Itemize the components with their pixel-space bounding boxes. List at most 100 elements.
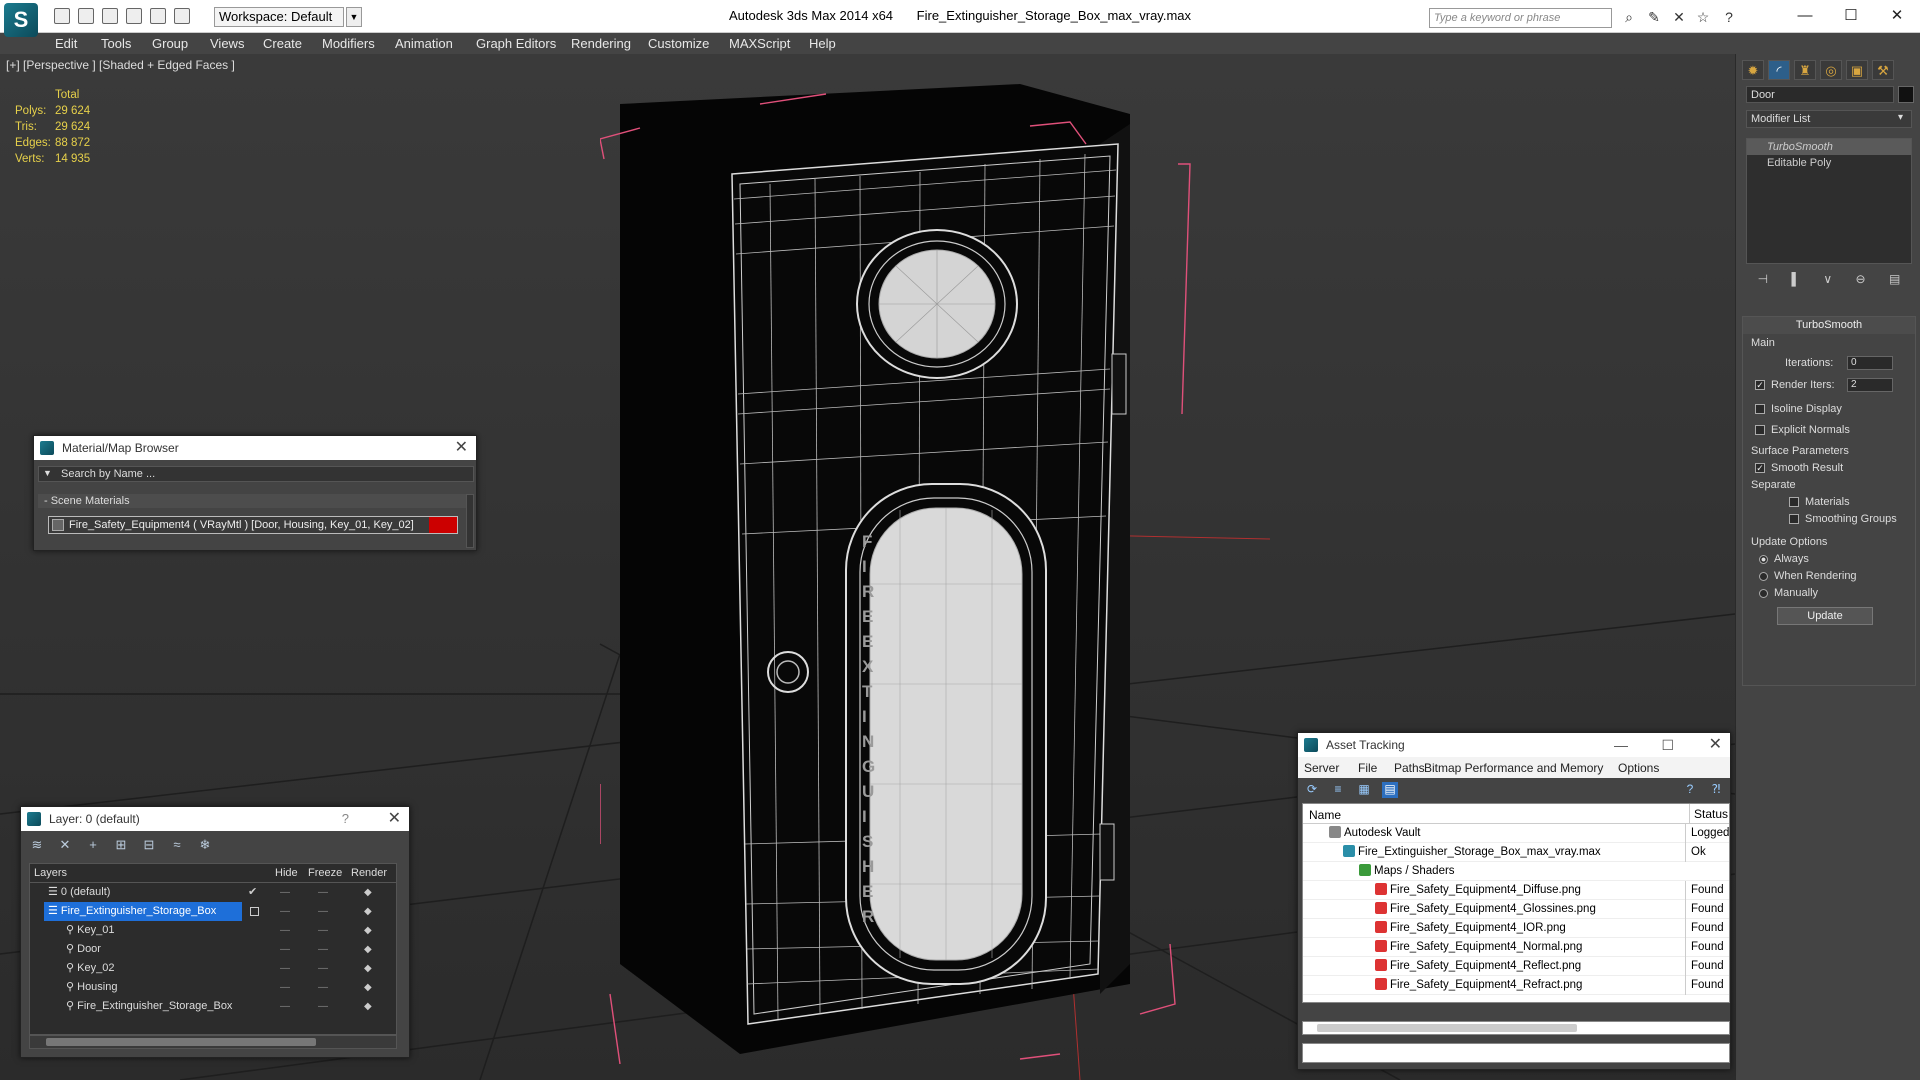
menu-paths[interactable]: Paths (1394, 761, 1425, 775)
column-layers[interactable]: Layers (34, 867, 67, 879)
fire-extinguisher-box-model[interactable] (600, 64, 1220, 1064)
smooth-result-row[interactable]: ✓ Smooth Result (1755, 462, 1843, 474)
hide-toggle[interactable]: — (280, 997, 290, 1016)
render-iters-spinner[interactable]: 2 (1847, 378, 1893, 392)
stack-item-turbosmooth[interactable]: TurboSmooth (1747, 139, 1911, 155)
explicit-normals-checkbox[interactable] (1755, 425, 1765, 436)
asset-row[interactable]: Fire_Safety_Equipment4_Normal.png Found (1303, 938, 1729, 957)
menu-edit[interactable]: Edit (55, 36, 77, 51)
asset-tracking-titlebar[interactable]: Asset Tracking — ☐ ✕ (1298, 733, 1730, 757)
render-teapot-icon[interactable]: ◆ (364, 978, 372, 997)
chevron-down-icon[interactable]: ▼ (43, 468, 52, 478)
select-in-layer-icon[interactable]: ⊞ (111, 837, 131, 855)
layer-horizontal-scrollbar[interactable] (29, 1035, 397, 1049)
app-logo-icon[interactable]: S (4, 3, 38, 37)
render-iters-row[interactable]: ✓ Render Iters: (1755, 379, 1835, 391)
close-icon[interactable]: ✕ (1709, 733, 1722, 757)
make-unique-icon[interactable]: ∨ (1823, 272, 1832, 292)
highlight-layer-icon[interactable]: ⊟ (139, 837, 159, 855)
layer-row[interactable]: ⚲ Housing — — ◆ (30, 978, 396, 997)
hide-toggle[interactable]: — (280, 978, 290, 997)
modify-tab-icon[interactable]: ◜ (1768, 60, 1790, 80)
layer-row[interactable]: ⚲ Key_02 — — ◆ (30, 959, 396, 978)
stack-item-editable-poly[interactable]: Editable Poly (1747, 155, 1911, 171)
column-status[interactable]: Status (1689, 804, 1728, 824)
render-teapot-icon[interactable]: ◆ (364, 921, 372, 940)
menu-create[interactable]: Create (263, 36, 302, 51)
help-icon[interactable]: ? (1682, 782, 1698, 798)
isoline-checkbox[interactable] (1755, 404, 1765, 415)
hide-toggle[interactable]: — (280, 902, 290, 921)
help-icon[interactable]: ? (342, 807, 349, 831)
scrollbar-thumb[interactable] (46, 1038, 316, 1046)
column-name[interactable]: Name (1309, 808, 1341, 822)
asset-row[interactable]: Fire_Safety_Equipment4_Refract.png Found (1303, 976, 1729, 995)
update-when-rendering-row[interactable]: When Rendering (1759, 570, 1857, 582)
close-icon[interactable]: ✕ (388, 807, 401, 831)
freeze-toggle[interactable]: — (318, 921, 328, 940)
object-color-swatch[interactable] (1898, 86, 1914, 103)
iterations-spinner[interactable]: 0 (1847, 356, 1893, 370)
menu-customize[interactable]: Customize (648, 36, 709, 51)
exchange-icon[interactable]: ✕ (1670, 8, 1688, 26)
minimize-button[interactable]: — (1790, 6, 1820, 26)
column-freeze[interactable]: Freeze (308, 867, 342, 879)
pin-stack-icon[interactable]: ⊣ (1758, 272, 1768, 292)
asset-horizontal-scrollbar[interactable] (1302, 1021, 1730, 1035)
motion-tab-icon[interactable]: ◎ (1820, 60, 1842, 80)
modifier-stack[interactable]: TurboSmooth Editable Poly (1746, 138, 1912, 264)
maximize-button[interactable]: ☐ (1661, 733, 1674, 757)
viewport-label[interactable]: [+] [Perspective ] [Shaded + Edged Faces… (6, 58, 235, 72)
freeze-toggle[interactable]: — (318, 978, 328, 997)
menu-maxscript[interactable]: MAXScript (729, 36, 790, 51)
project-folder-icon[interactable] (174, 8, 190, 24)
render-teapot-icon[interactable]: ◆ (364, 883, 372, 902)
menu-help[interactable]: Help (809, 36, 836, 51)
asset-row[interactable]: Fire_Safety_Equipment4_Diffuse.png Found (1303, 881, 1729, 900)
rollout-header[interactable]: TurboSmooth (1743, 317, 1915, 334)
layer-row[interactable]: ⚲ Key_01 — — ◆ (30, 921, 396, 940)
material-browser-titlebar[interactable]: Material/Map Browser ✕ (34, 436, 476, 460)
redo-icon[interactable] (150, 8, 166, 24)
remove-modifier-icon[interactable]: ⊖ (1856, 272, 1866, 292)
materials-checkbox[interactable] (1789, 497, 1799, 508)
layer-row[interactable]: ⚲ Fire_Extinguisher_Storage_Box — — ◆ (30, 997, 396, 1016)
menu-animation[interactable]: Animation (395, 36, 453, 51)
active-layer-box-icon[interactable] (250, 907, 259, 916)
material-item[interactable]: Fire_Safety_Equipment4 ( VRayMtl ) [Door… (48, 516, 458, 534)
help-icon[interactable]: ? (1720, 8, 1738, 26)
table-view-icon[interactable]: ▤ (1382, 782, 1398, 798)
create-tab-icon[interactable]: ✹ (1742, 60, 1764, 80)
thumbnail-view-icon[interactable]: ▦ (1356, 782, 1372, 798)
scene-materials-section[interactable]: - Scene Materials (38, 494, 468, 508)
refresh-icon[interactable]: ⟳ (1304, 782, 1320, 798)
smooth-result-checkbox[interactable]: ✓ (1755, 463, 1765, 474)
binoculars-icon[interactable]: ⌕ (1620, 8, 1638, 26)
add-to-layer-icon[interactable]: + (83, 837, 103, 855)
freeze-toggle[interactable]: — (318, 959, 328, 978)
hide-toggle[interactable]: — (280, 959, 290, 978)
list-view-icon[interactable]: ≡ (1330, 782, 1346, 798)
communication-icon[interactable]: ✎ (1645, 8, 1663, 26)
render-iters-checkbox[interactable]: ✓ (1755, 380, 1765, 391)
context-help-icon[interactable]: ⁈ (1708, 782, 1724, 798)
hide-toggle[interactable]: — (280, 940, 290, 959)
layer-row[interactable]: ☰ 0 (default) ✔ — — ◆ (30, 883, 396, 902)
minimize-button[interactable]: — (1614, 733, 1628, 757)
display-tab-icon[interactable]: ▣ (1846, 60, 1868, 80)
render-teapot-icon[interactable]: ◆ (364, 959, 372, 978)
column-render[interactable]: Render (351, 867, 387, 879)
configure-modifier-sets-icon[interactable]: ▤ (1889, 272, 1900, 292)
material-browser-scrollbar[interactable] (466, 494, 474, 548)
smoothing-groups-row[interactable]: Smoothing Groups (1789, 513, 1897, 525)
freeze-toggle[interactable]: — (318, 883, 328, 902)
menu-server[interactable]: Server (1304, 761, 1339, 775)
utilities-tab-icon[interactable]: ⚒ (1872, 60, 1894, 80)
active-layer-check-icon[interactable]: ✔ (248, 883, 257, 902)
asset-row[interactable]: Fire_Safety_Equipment4_Reflect.png Found (1303, 957, 1729, 976)
scrollbar-thumb[interactable] (1317, 1024, 1577, 1032)
update-button[interactable]: Update (1777, 607, 1873, 625)
update-always-row[interactable]: Always (1759, 553, 1809, 565)
layer-row[interactable]: ☰ Fire_Extinguisher_Storage_Box — — ◆ (30, 902, 396, 921)
new-layer-icon[interactable]: ≋ (27, 837, 47, 855)
